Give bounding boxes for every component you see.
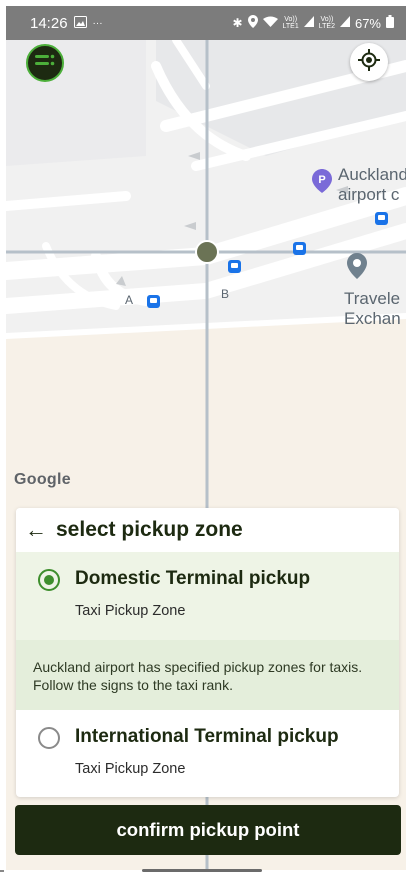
radio-unselected[interactable] [38, 727, 60, 749]
my-location-icon [358, 48, 380, 76]
place-pin-icon[interactable] [347, 253, 367, 279]
back-button[interactable]: ← [16, 517, 56, 543]
my-location-button[interactable] [350, 43, 388, 81]
radio-selected[interactable] [38, 569, 60, 591]
signal-2-icon [339, 16, 350, 30]
option-title: Domestic Terminal pickup [75, 568, 311, 589]
bus-stop-icon[interactable] [147, 295, 160, 308]
option-title: International Terminal pickup [75, 726, 339, 747]
confirm-pickup-button[interactable]: confirm pickup point [15, 805, 401, 855]
map-label-travelex[interactable]: Travele Exchan [344, 289, 401, 329]
arrow-left-icon: ← [25, 517, 47, 542]
map-label-auckland-airport[interactable]: Auckland airport c [338, 165, 406, 205]
carrier-1-label: Vo)) LTE1 [282, 16, 299, 30]
battery-percent: 67% [354, 15, 381, 31]
signal-1-icon [303, 16, 314, 30]
sheet-header: ← select pickup zone [16, 508, 399, 552]
map-label-gate-b: B [221, 287, 230, 301]
bus-stop-icon[interactable] [375, 212, 388, 225]
status-bar: 14:26 ··· ✱ Vo)) LTE1 Vo)) LTE2 67% [6, 6, 406, 40]
option-subtitle: Taxi Pickup Zone [75, 603, 186, 619]
home-indicator[interactable] [142, 869, 262, 872]
location-icon [247, 15, 258, 31]
pickup-zone-sheet: ← select pickup zone Domestic Terminal p… [16, 508, 399, 797]
battery-icon [386, 15, 394, 31]
google-attribution: Google [14, 471, 71, 488]
bus-stop-icon[interactable] [228, 260, 241, 273]
map-label-gate-a: A [125, 293, 134, 307]
gallery-icon [73, 16, 87, 31]
pickup-info-text: Auckland airport has specified pickup zo… [16, 640, 399, 710]
option-subtitle: Taxi Pickup Zone [75, 761, 186, 777]
parking-pin-icon[interactable]: P [312, 169, 332, 193]
menu-button[interactable] [26, 44, 64, 82]
pickup-option-international[interactable]: International Terminal pickup Taxi Picku… [16, 710, 399, 797]
sheet-title: select pickup zone [56, 518, 243, 541]
more-notifications-icon: ··· [92, 17, 103, 29]
bus-stop-icon[interactable] [293, 242, 306, 255]
wifi-icon [262, 16, 278, 31]
phone-screen: P Auckland airport c Travele Exchan A B … [6, 6, 406, 870]
pickup-option-domestic[interactable]: Domestic Terminal pickup Taxi Pickup Zon… [16, 552, 399, 640]
status-time: 14:26 [30, 15, 68, 32]
svg-text:P: P [318, 174, 325, 186]
carrier-2-label: Vo)) LTE2 [318, 16, 335, 30]
edge-mark [0, 870, 4, 872]
menu-icon [35, 54, 55, 73]
bluetooth-icon: ✱ [232, 16, 243, 30]
